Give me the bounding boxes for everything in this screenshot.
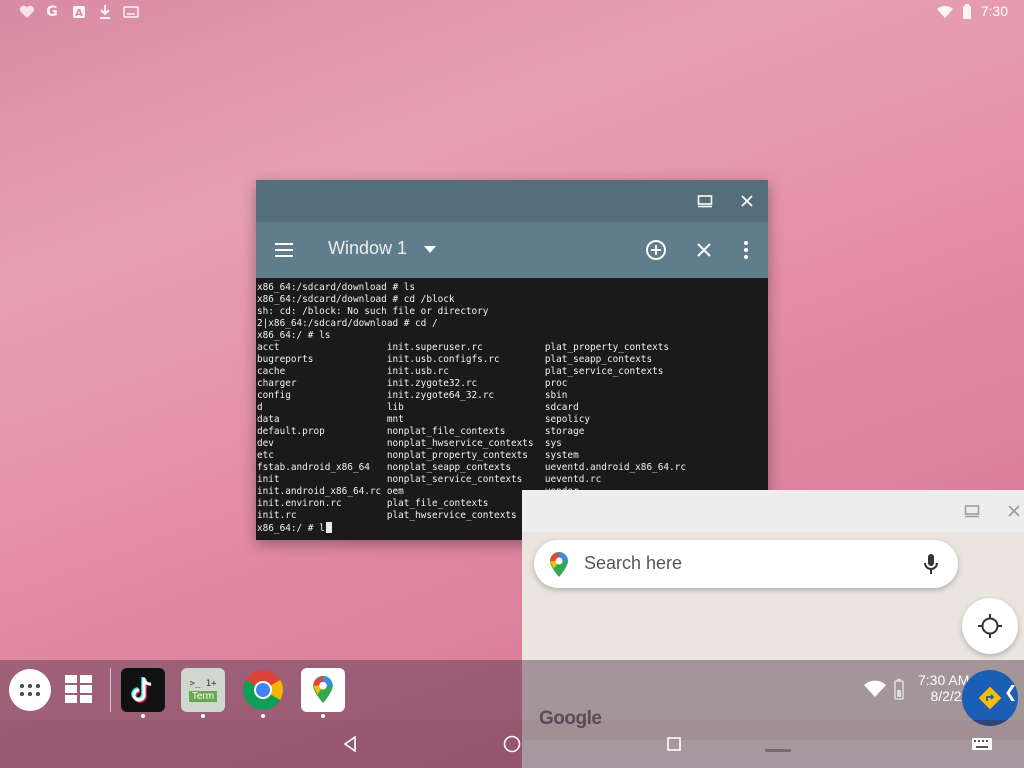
tiktok-app-icon[interactable]: [121, 668, 165, 712]
download-icon: [96, 3, 114, 21]
prompt-text: x86_64:/ # l: [257, 523, 325, 534]
terminal-line: dev nonplat_hwservice_contexts sys: [257, 438, 562, 449]
window-title[interactable]: Window 1: [328, 238, 407, 259]
directions-icon: [978, 686, 1002, 710]
google-icon: G: [46, 4, 58, 20]
microphone-icon[interactable]: [924, 553, 938, 579]
terminal-line: sh: cd: /block: No such file or director…: [257, 306, 489, 317]
close-window-button[interactable]: [735, 189, 759, 213]
terminal-running-indicator: [201, 714, 205, 718]
chrome-running-indicator: [261, 714, 265, 718]
maps-caption-bar[interactable]: [522, 490, 1024, 532]
maps-close-button[interactable]: [1002, 499, 1024, 523]
font-icon: A: [70, 3, 88, 21]
terminal-window[interactable]: Window 1 x86_64:/sdcard/download # ls x86…: [256, 180, 768, 540]
search-placeholder: Search here: [584, 553, 683, 573]
maps-running-indicator: [321, 714, 325, 718]
tray-wifi-icon[interactable]: [863, 680, 887, 702]
terminal-line: bugreports init.usb.configfs.rc plat_sea…: [257, 354, 653, 365]
battery-icon: [958, 3, 976, 21]
maximize-button[interactable]: [693, 189, 717, 213]
recents-button[interactable]: [662, 732, 686, 756]
status-time: 7:30: [980, 3, 1008, 19]
tray-battery-icon[interactable]: [893, 678, 905, 704]
menu-icon[interactable]: [270, 236, 298, 264]
terminal-app-icon[interactable]: >_ 1+ Term: [181, 668, 225, 712]
taskbar-divider: [110, 668, 111, 712]
terminal-line: x86_64:/sdcard/download # cd /block: [257, 294, 455, 305]
heart-icon: [18, 3, 36, 21]
terminal-line: data mnt sepolicy: [257, 414, 591, 425]
crosshair-icon: [978, 614, 1002, 638]
close-session-button[interactable]: [690, 236, 718, 264]
keyboard-toggle-icon[interactable]: [970, 732, 994, 756]
window-caption-bar[interactable]: [256, 180, 768, 222]
tray-expand-chevron-icon[interactable]: ❮: [1004, 682, 1017, 701]
terminal-line: charger init.zygote32.rc proc: [257, 378, 568, 389]
navigation-bar: [0, 720, 1024, 768]
maps-search-bar[interactable]: Search here: [534, 540, 958, 588]
terminal-line: etc nonplat_property_contexts system: [257, 450, 579, 461]
term-icon-prompt: >_ 1+: [189, 678, 217, 689]
chevron-down-icon[interactable]: [416, 236, 444, 264]
maps-app-icon[interactable]: [301, 668, 345, 712]
app-drawer-button[interactable]: [9, 669, 51, 711]
tiktok-running-indicator: [141, 714, 145, 718]
terminal-line: x86_64:/sdcard/download # ls: [257, 282, 416, 293]
terminal-line: d lib sdcard: [257, 402, 579, 413]
back-button[interactable]: [338, 732, 362, 756]
home-button[interactable]: [500, 732, 524, 756]
terminal-line: acct init.superuser.rc plat_property_con…: [257, 342, 670, 353]
wifi-icon: [936, 3, 954, 21]
text-cursor: [325, 522, 332, 533]
more-options-icon[interactable]: [732, 236, 760, 264]
terminal-toolbar: Window 1: [256, 222, 768, 278]
recent-apps-grid-icon[interactable]: [64, 674, 94, 708]
term-icon-label: Term: [188, 690, 218, 702]
my-location-button[interactable]: [962, 598, 1018, 654]
terminal-line: cache init.usb.rc plat_service_contexts: [257, 366, 664, 377]
keyboard-icon: [122, 3, 140, 21]
svg-text:A: A: [75, 8, 83, 19]
terminal-line: default.prop nonplat_file_contexts stora…: [257, 426, 585, 437]
terminal-line: config init.zygote64_32.rc sbin: [257, 390, 568, 401]
tray-clock-time: 7:30 AM: [918, 672, 970, 688]
new-window-button[interactable]: [642, 236, 670, 264]
terminal-line: fstab.android_x86_64 nonplat_seapp_conte…: [257, 462, 686, 473]
terminal-line: init nonplat_service_contexts ueventd.rc: [257, 474, 602, 485]
status-bar: G A 7:30: [0, 0, 1024, 24]
maps-pin-icon: [548, 552, 570, 582]
maps-maximize-button[interactable]: [960, 499, 984, 523]
terminal-line: x86_64:/ # ls: [257, 330, 331, 341]
terminal-line: 2|x86_64:/sdcard/download # cd /: [257, 318, 438, 329]
taskbar: >_ 1+ Term 7:30 AM 8/2/22 ❮: [0, 660, 1024, 726]
chrome-app-icon[interactable]: [241, 668, 285, 712]
